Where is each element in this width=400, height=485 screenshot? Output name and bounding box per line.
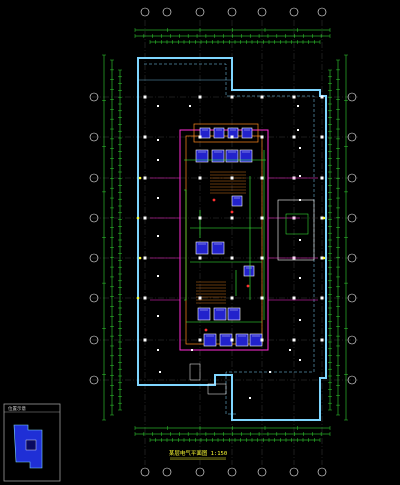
structural-column: [198, 135, 202, 139]
structural-column: [230, 256, 234, 260]
structural-column: [143, 176, 147, 180]
structural-column: [230, 296, 234, 300]
structural-column: [260, 95, 264, 99]
drawing-title: 某层电气平面图 1:150: [169, 449, 227, 457]
structural-column: [292, 135, 296, 139]
light-fixture: [191, 349, 193, 351]
light-fixture: [269, 371, 271, 373]
structural-column: [230, 338, 234, 342]
shaft-room: [243, 265, 255, 277]
structural-column: [320, 176, 324, 180]
structural-column: [198, 176, 202, 180]
device-symbol: [230, 210, 234, 214]
light-fixture: [299, 239, 301, 241]
structural-column: [198, 256, 202, 260]
structural-column: [320, 338, 324, 342]
structural-column: [260, 296, 264, 300]
structural-column: [143, 256, 147, 260]
structural-column: [260, 135, 264, 139]
structural-column: [198, 338, 202, 342]
light-fixture: [289, 349, 291, 351]
light-fixture: [157, 315, 159, 317]
structural-column: [230, 95, 234, 99]
structural-column: [143, 338, 147, 342]
light-fixture: [189, 105, 191, 107]
structural-column: [260, 256, 264, 260]
light-fixture: [159, 371, 161, 373]
junction-box: [138, 256, 142, 260]
structural-column: [320, 95, 324, 99]
junction-box: [138, 176, 142, 180]
structural-column: [292, 95, 296, 99]
structural-column: [320, 135, 324, 139]
structural-column: [292, 338, 296, 342]
structural-column: [292, 296, 296, 300]
key-plan-title: 位置示意: [8, 405, 26, 412]
light-fixture: [299, 147, 301, 149]
structural-column: [230, 176, 234, 180]
light-fixture: [157, 349, 159, 351]
structural-column: [198, 95, 202, 99]
light-fixture: [157, 275, 159, 277]
structural-column: [230, 216, 234, 220]
light-fixture: [297, 129, 299, 131]
structural-column: [260, 338, 264, 342]
structural-column: [143, 135, 147, 139]
light-fixture: [157, 159, 159, 161]
light-fixture: [249, 397, 251, 399]
device-symbol: [204, 328, 208, 332]
junction-box: [136, 216, 140, 220]
shaft-room: [241, 127, 253, 139]
light-fixture: [157, 235, 159, 237]
shaft-room: [231, 195, 243, 207]
structural-column: [143, 296, 147, 300]
light-fixture: [299, 359, 301, 361]
light-fixture: [299, 277, 301, 279]
light-fixture: [299, 199, 301, 201]
shaft-room: [213, 127, 225, 139]
structural-column: [260, 176, 264, 180]
light-fixture: [157, 105, 159, 107]
structural-column: [143, 216, 147, 220]
structural-column: [198, 296, 202, 300]
device-symbol: [212, 198, 216, 202]
floor-plan-drawing: 位置示意 某层电气平面图 1:150: [0, 0, 400, 485]
structural-column: [198, 216, 202, 220]
light-fixture: [299, 175, 301, 177]
junction-box: [322, 256, 326, 260]
structural-column: [143, 95, 147, 99]
junction-box: [136, 296, 140, 300]
light-fixture: [297, 105, 299, 107]
structural-column: [320, 296, 324, 300]
device-symbol: [246, 284, 250, 288]
drawing-title-block: 某层电气平面图 1:150: [169, 449, 227, 460]
junction-box: [322, 216, 326, 220]
light-fixture: [157, 139, 159, 141]
cad-viewport[interactable]: 位置示意 某层电气平面图 1:150: [0, 0, 400, 485]
structural-column: [260, 216, 264, 220]
structural-column: [230, 135, 234, 139]
light-fixture: [157, 197, 159, 199]
light-fixture: [299, 319, 301, 321]
